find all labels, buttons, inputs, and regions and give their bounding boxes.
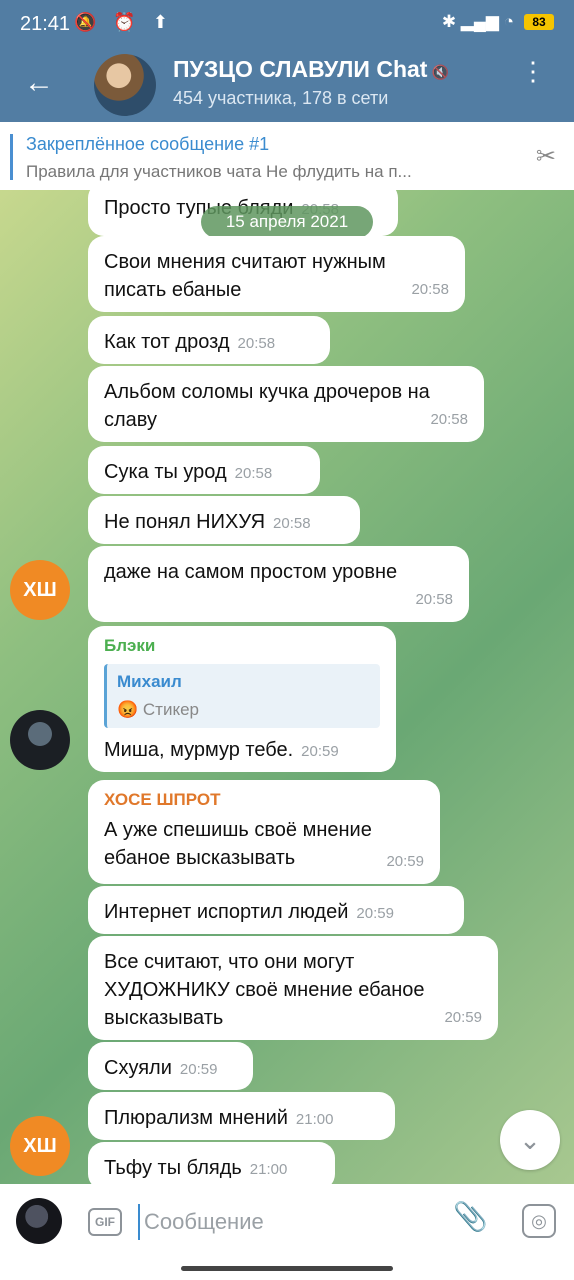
message-bubble[interactable]: ХОСЕ ШПРОТ А уже спешишь своё мнение еба…	[88, 780, 440, 884]
message-input[interactable]	[138, 1204, 446, 1240]
message-time: 20:58	[415, 591, 453, 608]
message-text: Не понял НИХУЯ	[104, 511, 266, 533]
status-bar: 21:41 🔕 ⏰ ⬆ ✱ ▂▄▆ ◔ 83	[0, 0, 574, 50]
message-text: Миша, мурмур тебе.	[104, 739, 294, 761]
message-bubble[interactable]: Плюрализм мнений 21:00	[88, 1092, 395, 1140]
message-time: 20:58	[234, 465, 273, 482]
date-separator: 15 апреля 2021	[201, 206, 373, 238]
pinned-message-bar[interactable]: Закреплённое сообщение #1 Правила для уч…	[0, 122, 574, 190]
send-as-avatar[interactable]	[16, 1198, 62, 1244]
system-icons: ✱ ▂▄▆ ◔ 83	[442, 12, 554, 32]
sender-name[interactable]: Блэки	[104, 634, 380, 658]
message-bubble[interactable]: Как тот дрозд 20:58	[88, 316, 330, 364]
avatar-xs[interactable]: ХШ	[10, 1116, 70, 1176]
reply-preview[interactable]: Михаил 😡 Стикер	[104, 664, 380, 728]
message-time: 20:58	[411, 281, 449, 298]
message-text: Сука ты урод	[104, 461, 227, 483]
sender-name[interactable]: ХОСЕ ШПРОТ	[104, 788, 424, 812]
pinned-text: Правила для участников чата Не флудить н…	[26, 162, 412, 181]
message-bubble[interactable]: Свои мнения считают нужным писать ебаные…	[88, 236, 465, 312]
message-bubble[interactable]: Альбом соломы кучка дрочеров на славу 20…	[88, 366, 484, 442]
message-list[interactable]: Просто тупые бляди20:58 15 апреля 2021 С…	[0, 190, 574, 1184]
message-time: 20:59	[179, 1061, 218, 1078]
clock: 21:41	[20, 13, 71, 35]
reply-author: Михаил	[117, 672, 182, 691]
pinned-accent-bar	[10, 134, 13, 180]
avatar-xs[interactable]: ХШ	[10, 560, 70, 620]
gif-button[interactable]: GIF	[88, 1208, 122, 1236]
message-bubble[interactable]: Блэки Михаил 😡 Стикер Миша, мурмур тебе.…	[88, 626, 396, 772]
message-text: Как тот дрозд	[104, 331, 230, 353]
pinned-title: Закреплённое сообщение #1	[26, 134, 270, 154]
message-bubble[interactable]: Все считают, что они могут ХУДОЖНИКУ сво…	[88, 936, 498, 1040]
battery-icon: 83	[524, 14, 554, 30]
message-bubble[interactable]: Тьфу ты блядь 21:00	[88, 1142, 335, 1184]
avatar-bleki[interactable]	[10, 710, 70, 770]
message-time: 20:58	[430, 411, 468, 428]
back-arrow-icon[interactable]: ←	[24, 66, 54, 100]
message-time: 20:59	[301, 743, 339, 760]
message-bubble[interactable]: даже на самом простом уровне 20:58	[88, 546, 469, 622]
message-text: Интернет испортил людей	[104, 901, 349, 923]
notification-icons: 🔕 ⏰ ⬆	[74, 12, 174, 32]
camera-icon[interactable]: ◎	[522, 1204, 556, 1238]
message-bubble[interactable]: Интернет испортил людей 20:59	[88, 886, 464, 934]
home-indicator[interactable]	[181, 1266, 393, 1271]
chat-title-text: ПУЗЦО СЛАВУЛИ Chat	[173, 56, 428, 82]
message-bubble[interactable]: Сука ты урод 20:58	[88, 446, 320, 494]
message-time: 20:58	[237, 335, 276, 352]
message-text: даже на самом простом уровне	[104, 561, 398, 583]
more-menu-icon[interactable]: ⋮	[520, 58, 546, 84]
message-bubble[interactable]: Схуяли 20:59	[88, 1042, 253, 1090]
message-time: 20:58	[273, 515, 311, 532]
message-time: 21:00	[249, 1161, 288, 1178]
bluetooth-signal-wifi-icons: ✱ ▂▄▆ ◔	[441, 12, 514, 31]
message-text: Тьфу ты блядь	[104, 1157, 242, 1179]
message-time: 20:59	[444, 1009, 482, 1026]
message-text: Альбом соломы кучка дрочеров на славу	[104, 381, 430, 431]
message-text: Плюрализм мнений	[104, 1107, 288, 1129]
message-time: 20:59	[386, 853, 424, 870]
message-time: 20:59	[356, 905, 394, 922]
message-text: Свои мнения считают нужным писать ебаные	[104, 251, 386, 301]
message-bubble[interactable]: Не понял НИХУЯ 20:58	[88, 496, 360, 544]
attach-icon[interactable]: 📎	[453, 1200, 488, 1233]
reply-text: 😡 Стикер	[117, 700, 199, 719]
unpin-icon[interactable]: ✂	[536, 142, 556, 171]
message-time: 21:00	[295, 1111, 334, 1128]
message-text: Все считают, что они могут ХУДОЖНИКУ сво…	[104, 951, 425, 1029]
chat-subtitle: 454 участника, 178 в сети	[173, 88, 389, 108]
chat-title[interactable]: ПУЗЦО СЛАВУЛИ Chat 🔇	[173, 56, 449, 83]
chat-header: ← ПУЗЦО СЛАВУЛИ Chat 🔇 454 участника, 178…	[0, 50, 574, 122]
chat-avatar[interactable]	[94, 54, 156, 116]
scroll-down-button[interactable]: ⌄	[500, 1110, 560, 1170]
mute-icon: 🔇	[431, 64, 449, 80]
message-text: Схуяли	[104, 1057, 172, 1079]
message-text: А уже спешишь своё мнение ебаное высказы…	[104, 819, 372, 869]
